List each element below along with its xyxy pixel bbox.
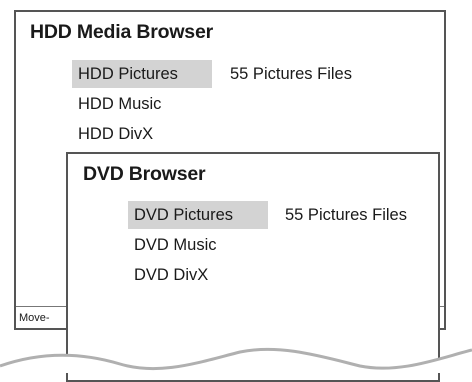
torn-edge-overlay: [0, 347, 472, 373]
